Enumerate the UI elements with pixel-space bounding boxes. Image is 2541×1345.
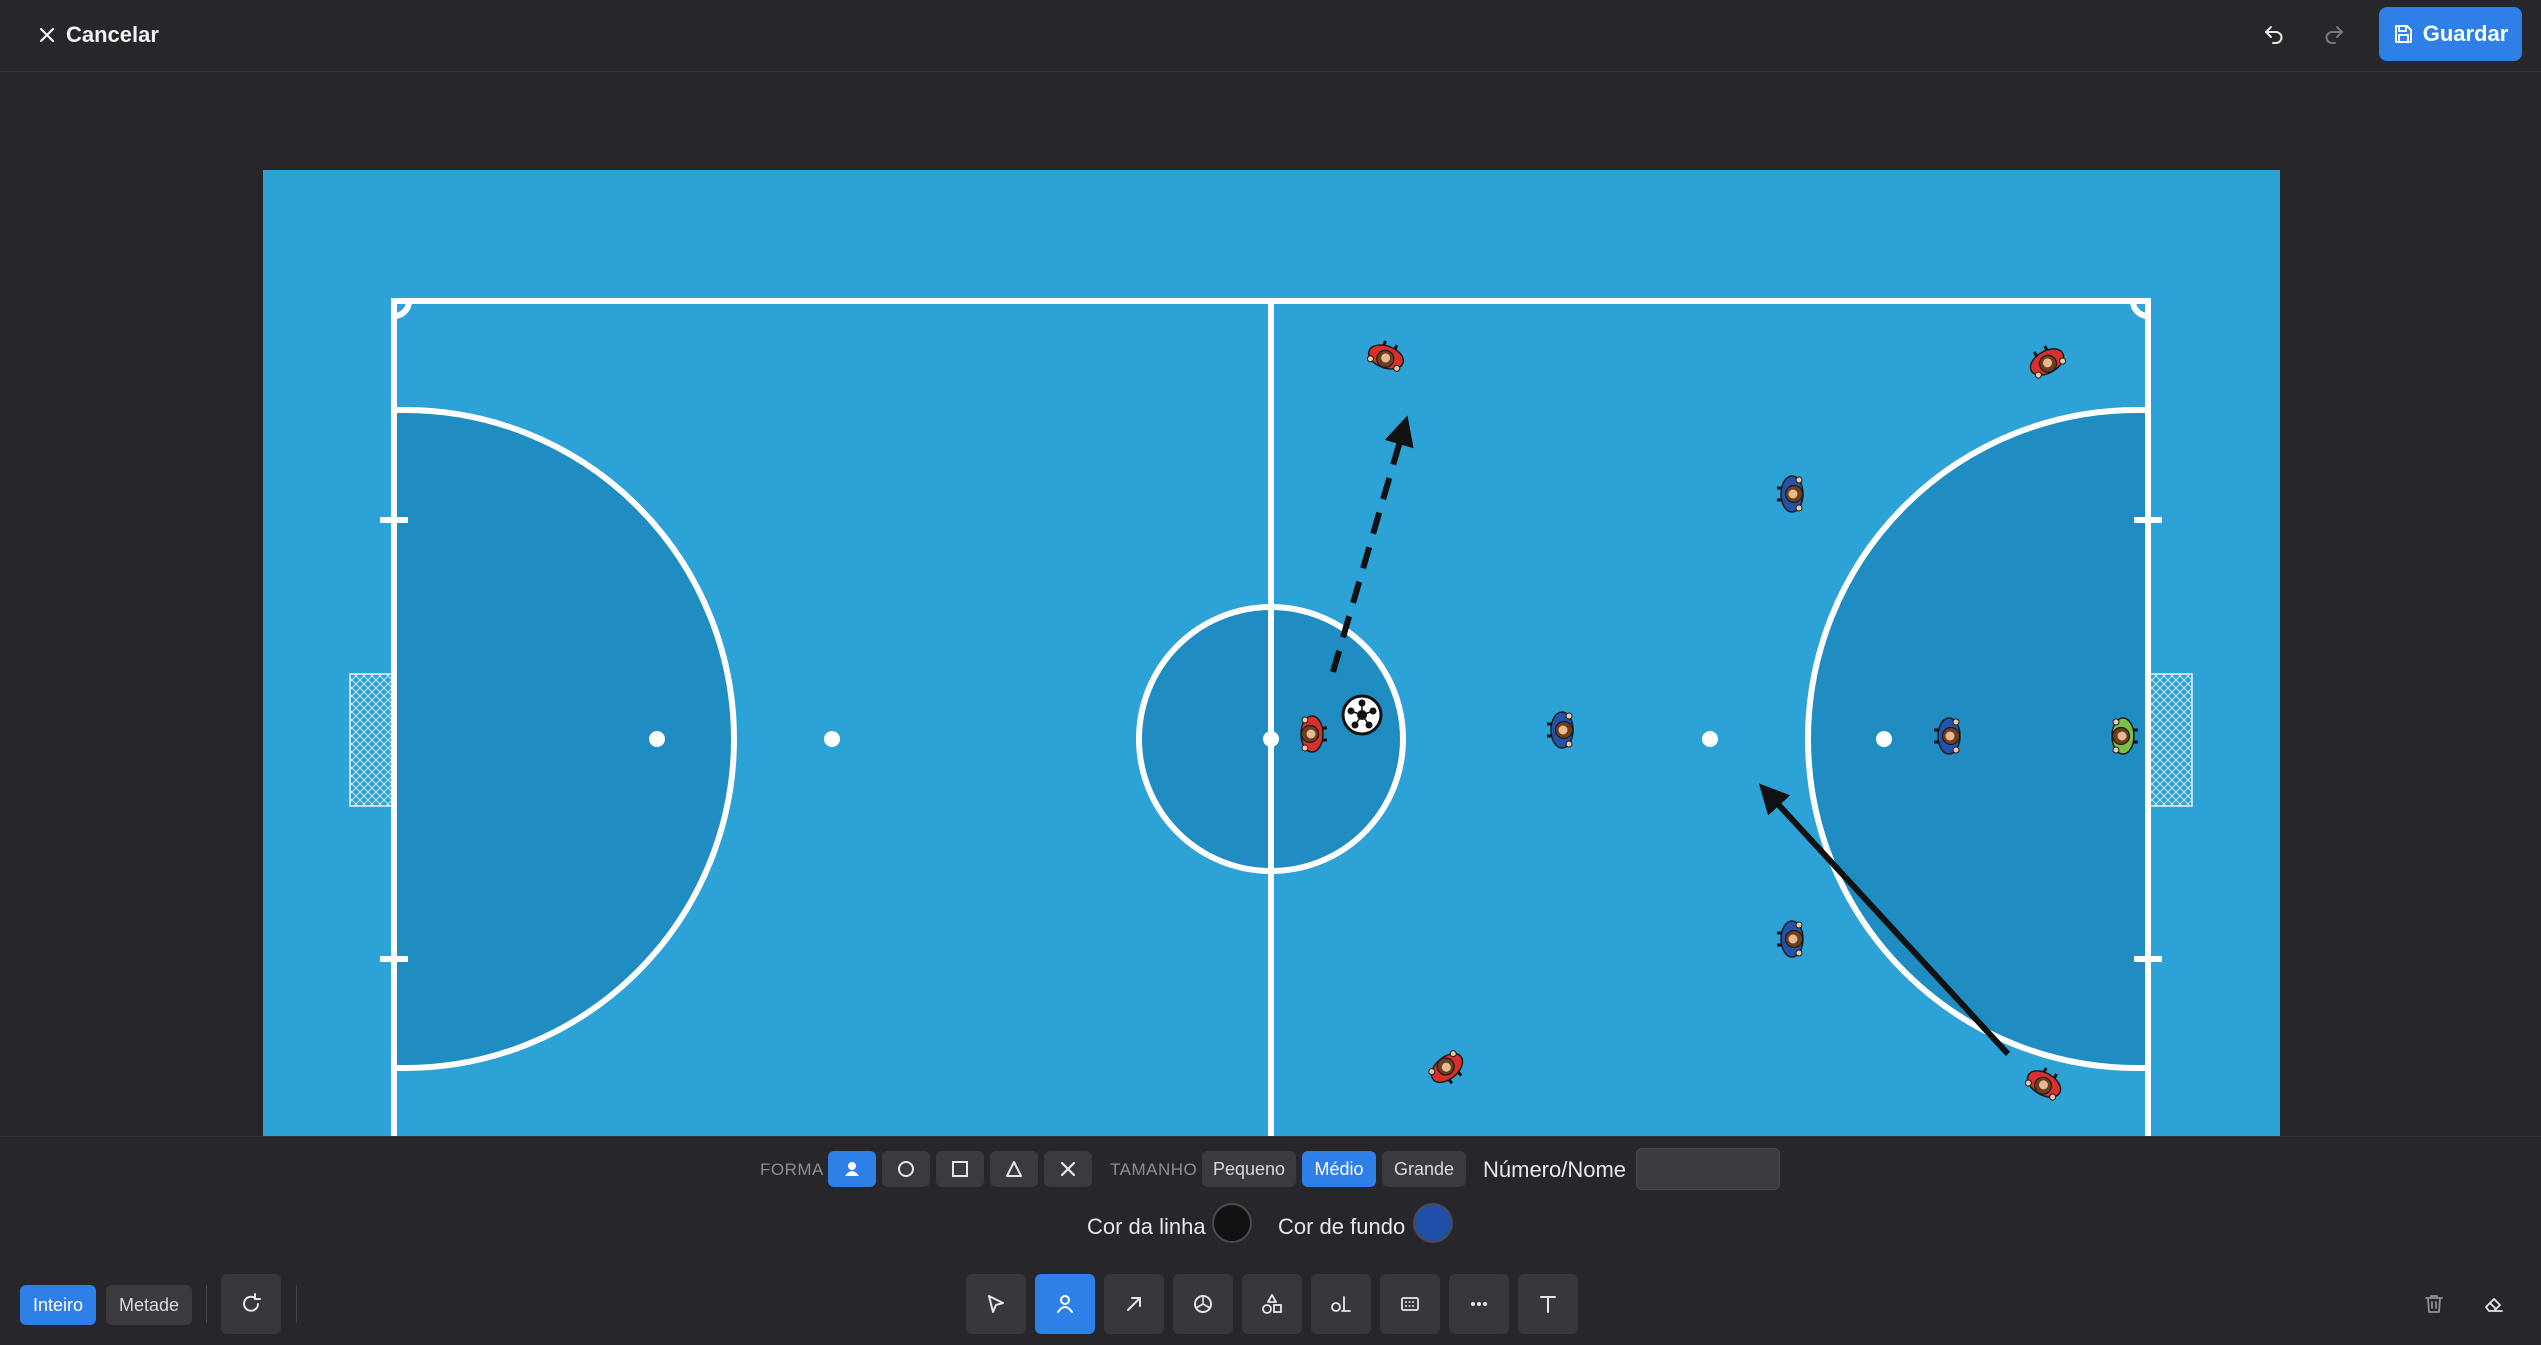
shape-cross-button[interactable] — [1044, 1151, 1092, 1187]
player-shape-icon — [845, 1162, 859, 1176]
right-goal — [2147, 673, 2193, 807]
view-full-button[interactable]: Inteiro — [20, 1285, 96, 1325]
ball-icon — [1194, 1295, 1212, 1313]
shape-circle-button[interactable] — [882, 1151, 930, 1187]
futsal-pitch[interactable] — [263, 170, 2280, 1208]
line-color-label: Cor da linha — [1087, 1214, 1206, 1239]
tool-grid[interactable] — [1380, 1274, 1440, 1334]
size-label: TAMANHO — [1110, 1160, 1198, 1179]
redo-button[interactable] — [2316, 16, 2352, 52]
tool-ball[interactable] — [1173, 1274, 1233, 1334]
shape-label: FORMA — [760, 1160, 824, 1179]
circle-icon — [898, 1161, 914, 1177]
bottom-toolbar: Inteiro Metade — [0, 1263, 2541, 1345]
eraser-icon — [2485, 1298, 2503, 1312]
shape-player-button[interactable] — [828, 1151, 876, 1187]
left-goal — [349, 673, 395, 807]
trash-icon — [2425, 1295, 2443, 1313]
top-bar: Cancelar Guardar — [0, 0, 2541, 72]
arrow-icon — [1127, 1297, 1141, 1311]
size-medium-button[interactable]: Médio — [1302, 1151, 1376, 1187]
player-icon — [1057, 1295, 1073, 1313]
square-icon — [952, 1161, 968, 1177]
equipment-icon — [1262, 1294, 1282, 1314]
tool-arrow[interactable] — [1104, 1274, 1164, 1334]
line-color-swatch[interactable] — [1212, 1203, 1252, 1243]
undo-icon — [2265, 26, 2283, 44]
size-small-button[interactable]: Pequeno — [1202, 1151, 1296, 1187]
shape-triangle-button[interactable] — [990, 1151, 1038, 1187]
goal-icon — [1331, 1296, 1351, 1312]
tool-select[interactable] — [966, 1274, 1026, 1334]
ball — [1341, 694, 1383, 736]
undo-button[interactable] — [2256, 16, 2292, 52]
view-half-button[interactable]: Metade — [106, 1285, 192, 1325]
fill-color-label: Cor de fundo — [1278, 1214, 1406, 1239]
tool-goal[interactable] — [1311, 1274, 1371, 1334]
cross-icon — [1060, 1161, 1076, 1177]
tool-equipment[interactable] — [1242, 1274, 1302, 1334]
tool-text[interactable] — [1518, 1274, 1578, 1334]
toolbar-divider — [296, 1285, 297, 1323]
triangle-icon — [1006, 1161, 1022, 1177]
close-icon — [39, 27, 55, 43]
save-icon — [2394, 25, 2412, 43]
tool-player[interactable] — [1035, 1274, 1095, 1334]
cancel-label: Cancelar — [66, 22, 159, 47]
shape-square-button[interactable] — [936, 1151, 984, 1187]
canvas-workspace — [0, 72, 2541, 1208]
redo-icon — [2325, 26, 2343, 44]
save-button[interactable]: Guardar — [2379, 7, 2522, 61]
rotate-button[interactable] — [221, 1274, 281, 1334]
number-name-input[interactable] — [1636, 1148, 1780, 1190]
save-label: Guardar — [2422, 21, 2509, 46]
fill-color-swatch[interactable] — [1413, 1203, 1453, 1243]
number-name-label: Número/Nome — [1483, 1157, 1627, 1182]
tool-more[interactable] — [1449, 1274, 1509, 1334]
rotate-icon — [243, 1293, 261, 1312]
dots-icon — [1471, 1302, 1487, 1306]
grid-icon — [1401, 1297, 1419, 1311]
eraser-button[interactable] — [2476, 1286, 2512, 1322]
text-icon — [1540, 1296, 1556, 1313]
select-icon — [988, 1295, 1004, 1313]
delete-button[interactable] — [2416, 1286, 2452, 1322]
cancel-button[interactable]: Cancelar — [38, 20, 159, 50]
size-large-button[interactable]: Grande — [1382, 1151, 1466, 1187]
toolbar-divider — [206, 1285, 207, 1323]
